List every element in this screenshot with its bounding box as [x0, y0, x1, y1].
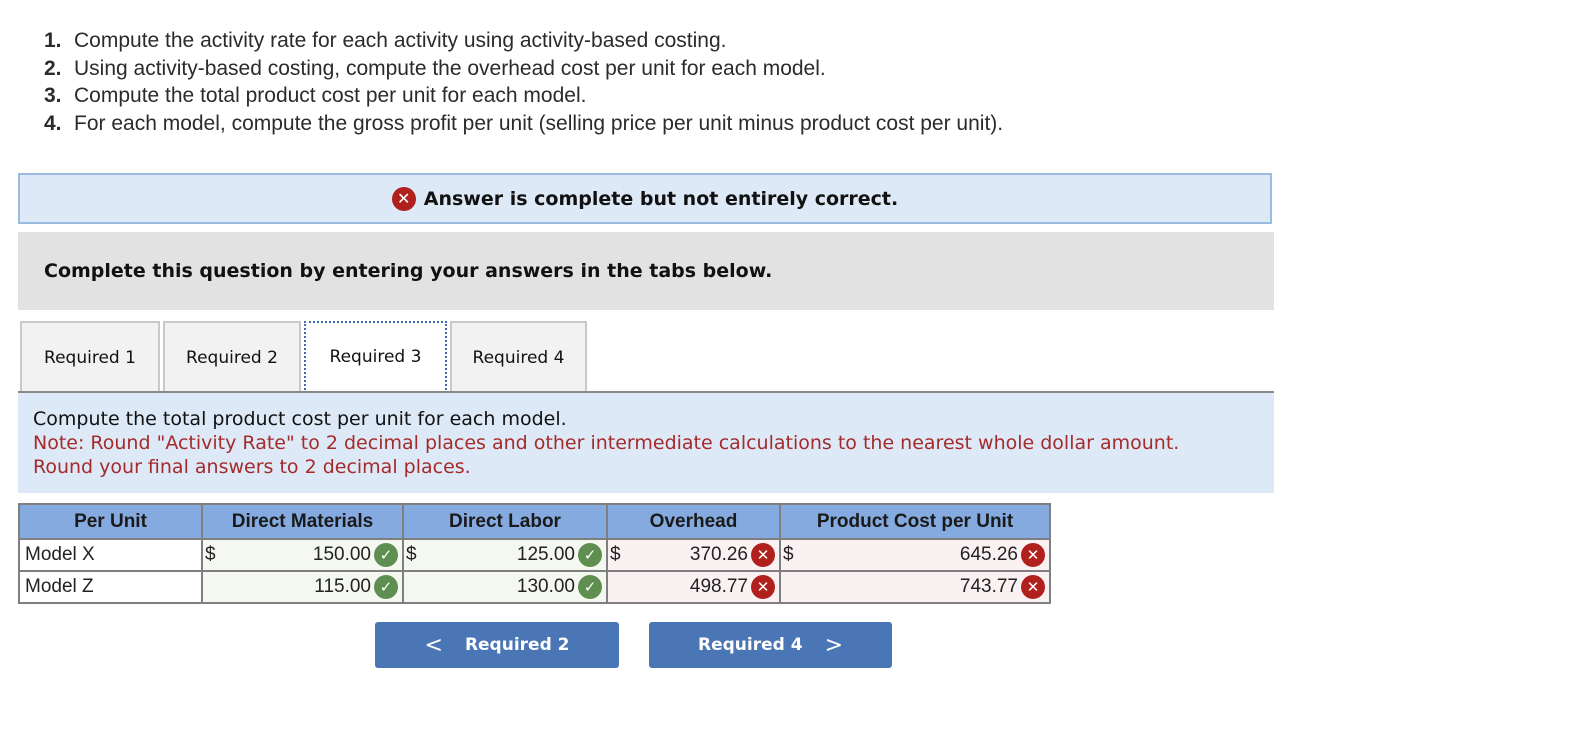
instructions-list: 1. Compute the activity rate for each act…	[44, 27, 1003, 137]
x-circle-icon: ✕	[1021, 575, 1045, 599]
overhead-input[interactable]: 498.77 ✕	[606, 570, 781, 604]
table-row: Model Z 115.00 ✓ 130.00 ✓ 498.77 ✕ 743.77 ✕	[18, 570, 1051, 604]
cell-value: 150.00	[312, 544, 371, 565]
header-overhead: Overhead	[606, 503, 781, 540]
answer-table: Per Unit Direct Materials Direct Labor O…	[18, 503, 1051, 604]
instruction-item: 4. For each model, compute the gross prof…	[44, 110, 1003, 138]
direct-materials-input[interactable]: $150.00 ✓	[201, 538, 404, 572]
cell-value: 130.00	[516, 576, 575, 597]
instruction-text: For each model, compute the gross profit…	[74, 111, 1004, 135]
cell-value: 645.26	[959, 544, 1018, 565]
instruction-number: 1.	[44, 29, 62, 52]
instruction-number: 2.	[44, 56, 62, 80]
cell-value: 125.00	[516, 544, 575, 565]
tab-required-1[interactable]: Required 1	[20, 321, 160, 392]
header-direct-materials: Direct Materials	[201, 503, 404, 540]
x-circle-icon: ✕	[391, 186, 416, 211]
check-icon: ✓	[578, 575, 602, 599]
row-label: Model Z	[18, 570, 203, 604]
instruction-number: 4.	[44, 111, 62, 135]
question-note: Note: Round "Activity Rate" to 2 decimal…	[33, 432, 1180, 454]
instruction-item: 3. Compute the total product cost per uni…	[44, 82, 1003, 110]
question-note-rounding: Round your final answers to 2 decimal pl…	[33, 456, 471, 478]
chevron-right-icon: >	[824, 632, 843, 658]
header-per-unit: Per Unit	[18, 503, 203, 540]
instruction-text: Compute the activity rate for each activ…	[74, 29, 727, 52]
question-panel: Compute the total product cost per unit …	[18, 393, 1274, 493]
currency-symbol: $	[205, 544, 216, 565]
currency-symbol: $	[610, 544, 621, 565]
instruction-item: 1. Compute the activity rate for each act…	[44, 27, 1003, 55]
header-product-cost: Product Cost per Unit	[779, 503, 1051, 540]
tab-required-3[interactable]: Required 3	[304, 321, 447, 393]
next-button-label: Required 4	[698, 635, 803, 655]
result-banner-text: Answer is complete but not entirely corr…	[423, 187, 899, 210]
tab-required-4[interactable]: Required 4	[450, 321, 587, 392]
header-direct-labor: Direct Labor	[402, 503, 608, 540]
row-label: Model X	[18, 538, 203, 572]
cell-value: 370.26	[689, 544, 748, 565]
direct-materials-input[interactable]: 115.00 ✓	[201, 570, 404, 604]
cell-value: 498.77	[689, 576, 748, 597]
result-banner: ✕ Answer is complete but not entirely co…	[18, 173, 1272, 224]
next-required-button[interactable]: Required 4 >	[649, 622, 892, 668]
direct-labor-input[interactable]: $125.00 ✓	[402, 538, 608, 572]
direct-labor-input[interactable]: 130.00 ✓	[402, 570, 608, 604]
prev-required-button[interactable]: < Required 2	[375, 622, 619, 668]
chevron-left-icon: <	[424, 632, 443, 658]
cell-value: 743.77	[959, 576, 1018, 597]
table-header-row: Per Unit Direct Materials Direct Labor O…	[18, 503, 1051, 540]
overhead-input[interactable]: $370.26 ✕	[606, 538, 781, 572]
check-icon: ✓	[578, 543, 602, 567]
product-cost-input[interactable]: 743.77 ✕	[779, 570, 1051, 604]
cell-value: 115.00	[314, 576, 371, 597]
currency-symbol: $	[406, 544, 417, 565]
x-circle-icon: ✕	[751, 575, 775, 599]
x-circle-icon: ✕	[751, 543, 775, 567]
product-cost-input[interactable]: $645.26 ✕	[779, 538, 1051, 572]
tab-required-2[interactable]: Required 2	[163, 321, 301, 392]
check-icon: ✓	[374, 575, 398, 599]
instruction-text: Compute the total product cost per unit …	[74, 84, 587, 107]
instruction-text: Using activity-based costing, compute th…	[74, 56, 826, 80]
question-prompt: Compute the total product cost per unit …	[33, 408, 567, 430]
instruction-number: 3.	[44, 84, 62, 107]
instruction-item: 2. Using activity-based costing, compute …	[44, 55, 1003, 83]
tab-bar: Required 1 Required 2 Required 3 Require…	[20, 321, 590, 393]
table-row: Model X $150.00 ✓ $125.00 ✓ $370.26 ✕ $645.…	[18, 538, 1051, 572]
instruction-box: Complete this question by entering your …	[18, 232, 1274, 310]
x-circle-icon: ✕	[1021, 543, 1045, 567]
currency-symbol: $	[783, 544, 794, 565]
prev-button-label: Required 2	[464, 635, 570, 655]
check-icon: ✓	[374, 543, 398, 567]
instruction-box-text: Complete this question by entering your …	[44, 260, 773, 282]
